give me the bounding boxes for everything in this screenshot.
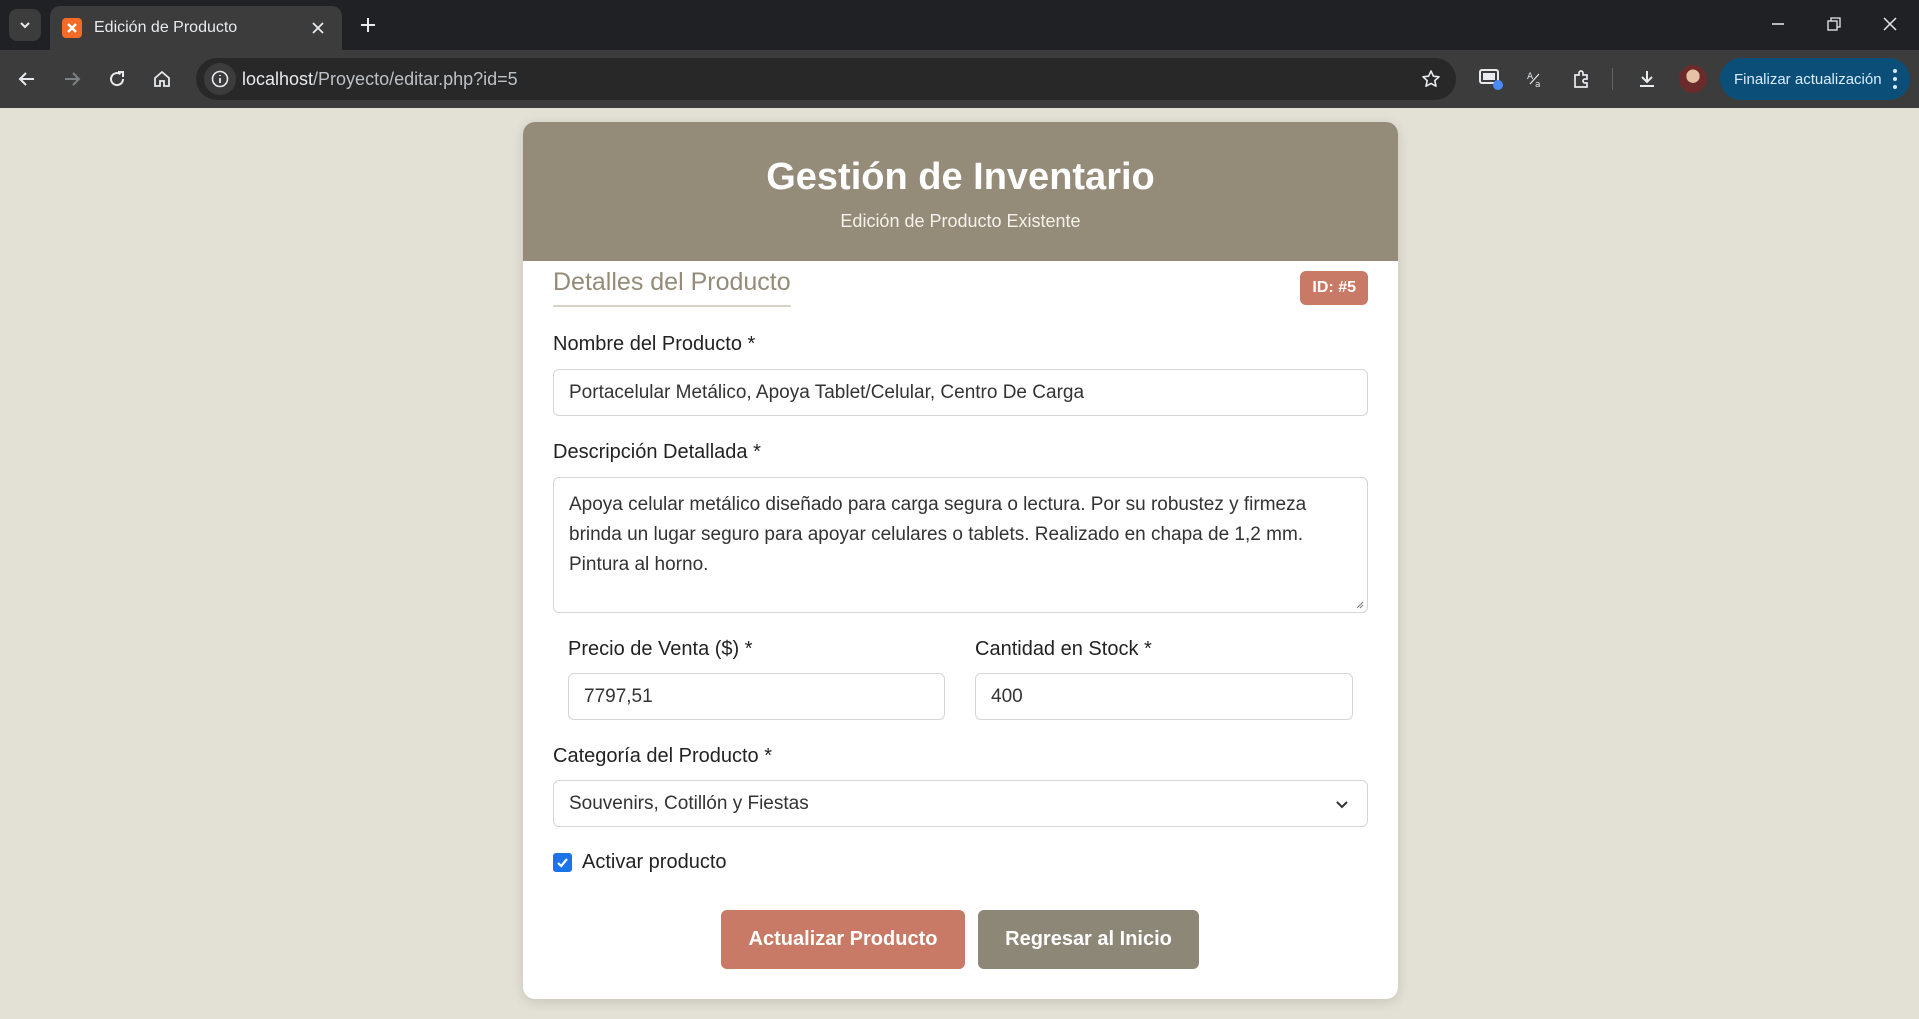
browser-toolbar: localhost/Proyecto/editar.php?id=5 Aa Fi… xyxy=(0,50,1919,108)
arrow-left-icon xyxy=(18,72,34,86)
minimize-button[interactable] xyxy=(1754,6,1802,42)
toolbar-separator xyxy=(1612,68,1613,90)
chevron-down-icon xyxy=(1336,801,1348,809)
product-name-value: Portacelular Metálico, Apoya Tablet/Celu… xyxy=(569,381,1085,403)
product-id-badge: ID: #5 xyxy=(1300,271,1368,305)
profile-avatar[interactable] xyxy=(1679,65,1707,93)
stock-value: 400 xyxy=(991,685,1023,707)
active-checkbox-label[interactable]: Activar producto xyxy=(582,851,727,874)
cast-extension-button[interactable] xyxy=(1474,62,1508,96)
tab-search-button[interactable] xyxy=(9,9,41,41)
url-path: /Proyecto/editar.php?id=5 xyxy=(313,69,518,89)
category-value: Souvenirs, Cotillón y Fiestas xyxy=(569,792,809,814)
close-icon xyxy=(1883,17,1897,31)
reload-icon xyxy=(110,71,125,87)
category-label: Categoría del Producto * xyxy=(553,745,773,767)
description-label: Descripción Detallada * xyxy=(553,441,761,463)
forward-button[interactable] xyxy=(55,62,89,96)
home-icon xyxy=(154,70,170,87)
plus-icon xyxy=(361,18,375,32)
reload-button[interactable] xyxy=(100,62,134,96)
screen-cast-icon xyxy=(1479,69,1503,90)
category-select[interactable]: Souvenirs, Cotillón y Fiestas xyxy=(553,780,1368,827)
download-icon xyxy=(1640,71,1654,87)
arrow-right-icon xyxy=(65,72,81,86)
update-browser-button[interactable]: Finalizar actualización xyxy=(1720,58,1910,100)
bookmark-star-icon[interactable] xyxy=(1418,66,1444,92)
update-product-button[interactable]: Actualizar Producto xyxy=(721,910,965,969)
product-name-input[interactable]: Portacelular Metálico, Apoya Tablet/Celu… xyxy=(553,369,1368,416)
page-subtitle: Edición de Producto Existente xyxy=(840,211,1081,231)
xampp-icon xyxy=(62,18,82,38)
active-checkbox[interactable] xyxy=(553,853,572,872)
back-home-button[interactable]: Regresar al Inicio xyxy=(978,910,1199,969)
back-button[interactable] xyxy=(10,62,44,96)
price-input[interactable]: 7797,51 xyxy=(568,673,945,720)
browser-tabstrip: Edición de Producto xyxy=(0,0,1919,50)
home-button[interactable] xyxy=(145,62,179,96)
browser-tab-active[interactable]: Edición de Producto xyxy=(50,6,342,50)
new-tab-button[interactable] xyxy=(352,9,384,41)
extensions-button[interactable] xyxy=(1564,62,1598,96)
restore-button[interactable] xyxy=(1810,6,1858,42)
close-window-button[interactable] xyxy=(1866,6,1914,42)
address-bar[interactable]: localhost/Proyecto/editar.php?id=5 xyxy=(196,58,1456,100)
minimize-icon xyxy=(1772,23,1784,25)
stock-label: Cantidad en Stock * xyxy=(975,638,1152,660)
more-menu-icon[interactable] xyxy=(1892,69,1898,89)
downloads-button[interactable] xyxy=(1630,62,1664,96)
description-value: Apoya celular metálico diseñado para car… xyxy=(569,494,1307,575)
page-title: Gestión de Inventario xyxy=(766,156,1155,198)
card-header: Gestión de Inventario Edición de Product… xyxy=(523,122,1398,261)
translate-icon: Aa xyxy=(1527,72,1541,89)
product-name-label: Nombre del Producto * xyxy=(553,333,756,355)
description-textarea[interactable]: Apoya celular metálico diseñado para car… xyxy=(553,477,1368,613)
price-value: 7797,51 xyxy=(584,685,653,707)
svg-text:a: a xyxy=(1535,80,1541,89)
stock-input[interactable]: 400 xyxy=(975,673,1353,720)
restore-icon xyxy=(1827,17,1841,31)
translate-button[interactable]: Aa xyxy=(1518,62,1552,96)
resize-grip-icon[interactable] xyxy=(1354,599,1364,609)
update-label: Finalizar actualización xyxy=(1734,70,1882,88)
price-label: Precio de Venta ($) * xyxy=(568,638,753,660)
tab-title: Edición de Producto xyxy=(94,19,238,36)
close-tab-icon[interactable] xyxy=(306,16,330,40)
chevron-down-icon xyxy=(20,22,30,29)
checkmark-icon xyxy=(557,858,568,868)
url-host: localhost xyxy=(242,69,314,89)
puzzle-icon xyxy=(1574,70,1588,88)
site-info-icon[interactable] xyxy=(204,63,236,95)
product-edit-card: Gestión de Inventario Edición de Product… xyxy=(523,122,1398,999)
section-title: Detalles del Producto xyxy=(553,268,791,307)
url-text: localhost/Proyecto/editar.php?id=5 xyxy=(242,69,518,90)
